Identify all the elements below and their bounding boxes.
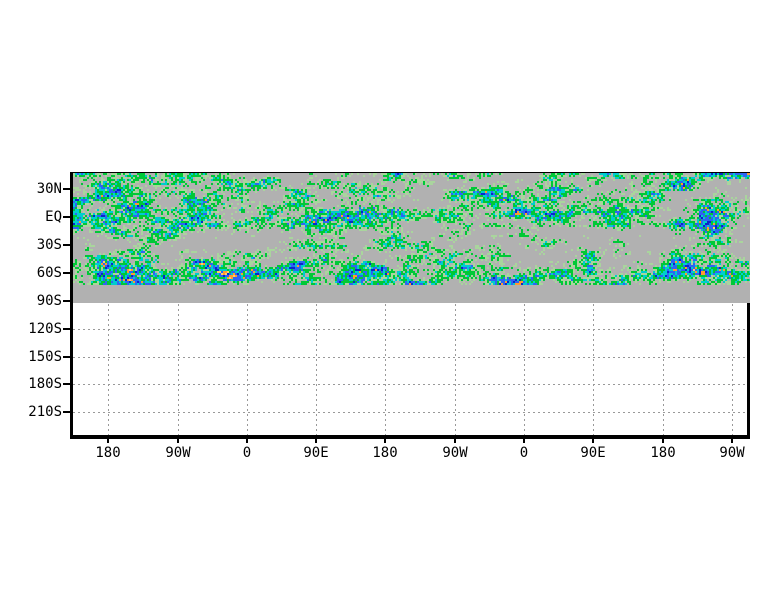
x-axis-tick	[107, 439, 109, 443]
y-tick-label: 60S	[36, 265, 62, 281]
y-tick-label: 150S	[28, 349, 62, 365]
vertical-gridline	[385, 304, 386, 435]
y-axis-line	[70, 172, 73, 439]
x-tick-label: 90E	[580, 445, 606, 461]
vertical-gridline	[247, 304, 248, 435]
x-axis-tick	[731, 439, 733, 443]
x-axis-tick	[523, 439, 525, 443]
x-tick-label: 180	[95, 445, 121, 461]
plot-frame-right	[747, 303, 750, 439]
y-tick-label: 30S	[36, 237, 62, 253]
y-axis-tick	[63, 244, 71, 246]
x-axis-tick	[177, 439, 179, 443]
y-axis-tick	[63, 272, 71, 274]
y-tick-label: 90S	[36, 293, 62, 309]
y-axis-tick	[63, 328, 71, 330]
vertical-gridline	[178, 304, 179, 435]
x-tick-label: 180	[650, 445, 676, 461]
x-tick-label: 0	[519, 445, 529, 461]
x-axis-tick	[384, 439, 386, 443]
x-axis-tick	[662, 439, 664, 443]
y-tick-label: 210S	[28, 404, 62, 420]
x-axis-tick	[454, 439, 456, 443]
y-axis-tick	[63, 188, 71, 190]
x-tick-label: 180	[372, 445, 398, 461]
x-tick-label: 90W	[442, 445, 468, 461]
y-axis-tick	[63, 383, 71, 385]
x-axis-tick	[246, 439, 248, 443]
plot-frame-top	[70, 172, 750, 173]
vertical-gridline	[593, 304, 594, 435]
y-axis-tick	[63, 356, 71, 358]
vertical-gridline	[524, 304, 525, 435]
vertical-gridline	[455, 304, 456, 435]
chart-figure: 30N EQ 30S 60S 90S 120S 150S 180S 210S 180 90W 0 90E…	[0, 0, 784, 612]
y-tick-label: 180S	[28, 376, 62, 392]
vertical-gridline	[663, 304, 664, 435]
vertical-gridline	[316, 304, 317, 435]
horizontal-gridline	[73, 412, 747, 413]
x-tick-label: 90W	[165, 445, 191, 461]
x-tick-label: 0	[242, 445, 252, 461]
y-axis-tick	[63, 216, 71, 218]
y-axis-tick	[63, 411, 71, 413]
horizontal-gridline	[73, 357, 747, 358]
y-axis-tick	[63, 300, 71, 302]
heatmap-field-canvas	[73, 173, 750, 303]
horizontal-gridline	[73, 329, 747, 330]
y-tick-label: EQ	[45, 209, 62, 225]
x-tick-label: 90E	[303, 445, 329, 461]
x-axis-tick	[592, 439, 594, 443]
x-axis-tick	[315, 439, 317, 443]
horizontal-gridline	[73, 384, 747, 385]
vertical-gridline	[108, 304, 109, 435]
y-tick-label: 120S	[28, 321, 62, 337]
y-tick-label: 30N	[36, 181, 62, 197]
vertical-gridline	[732, 304, 733, 435]
x-axis-line	[70, 435, 750, 439]
x-tick-label: 90W	[719, 445, 745, 461]
